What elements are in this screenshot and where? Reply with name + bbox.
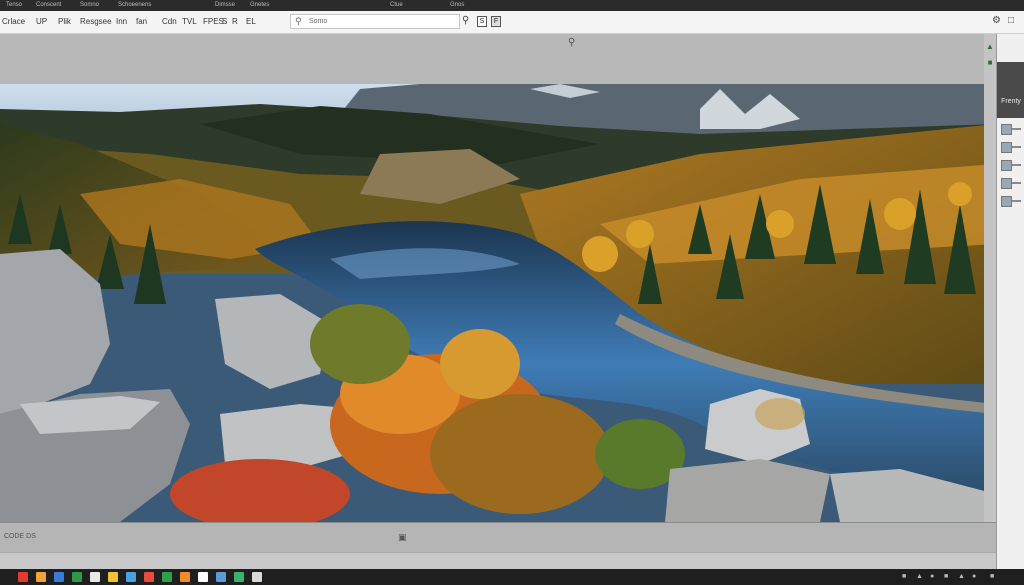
tool-strip: ▲ ■ [984,34,996,554]
panel-header-label: Frenty [1001,98,1021,105]
taskbar: ■ ▲ ● ■ ▲ ● ■ [0,569,1024,585]
menu-item[interactable]: Plik [58,16,71,28]
layer-line [1012,182,1021,184]
taskbar-app-icon[interactable] [180,572,190,582]
status-bar: CODE DS ▣ [0,522,996,553]
taskbar-app-icon[interactable] [90,572,100,582]
menu-item[interactable]: Inn [116,16,127,28]
menu-item[interactable]: R [232,16,238,28]
taskbar-app-icon[interactable] [234,572,244,582]
taskbar-app-icon[interactable] [198,572,208,582]
canvas-header: ⚲ [0,34,996,85]
taskbar-app-icon[interactable] [18,572,28,582]
image-canvas[interactable] [0,84,996,522]
tool-icon[interactable]: ■ [985,58,995,68]
tray-icon[interactable]: ▲ [958,572,965,582]
search-icon: ⚲ [295,16,302,26]
search-placeholder: Somo [309,18,328,25]
title-item[interactable]: Schoeenens [118,0,151,11]
menu-item[interactable]: Cdn [162,16,177,28]
layer-line [1012,128,1021,130]
title-item[interactable]: Gnetes [250,0,269,11]
layer-line [1012,164,1021,166]
tray-icon[interactable]: ▲ [916,572,923,582]
layer-thumbnail[interactable] [1001,142,1012,153]
title-item[interactable]: Tenso [6,0,22,11]
properties-panel: Frenty [996,34,1024,574]
layer-line [1012,200,1021,202]
status-text: CODE DS [4,533,36,540]
taskbar-app-icon[interactable] [126,572,136,582]
layer-thumbnail[interactable] [1001,178,1012,189]
taskbar-app-icon[interactable] [36,572,46,582]
menu-item[interactable]: EL [246,16,256,28]
layer-thumbnail[interactable] [1001,160,1012,171]
title-item[interactable]: Gnos [450,0,464,11]
menu-item[interactable]: fan [136,16,147,28]
layer-thumbnail[interactable] [1001,124,1012,135]
taskbar-app-icon[interactable] [216,572,226,582]
title-item[interactable]: Somno [80,0,99,11]
lock-icon[interactable]: ▣ [398,532,407,543]
layer-line [1012,146,1021,148]
menu-item[interactable]: TVL [182,16,197,28]
settings-icon[interactable]: ⚙ [992,15,1001,26]
tray-icon[interactable]: ■ [944,572,948,582]
taskbar-app-icon[interactable] [72,572,82,582]
taskbar-app-icon[interactable] [54,572,64,582]
tray-icon[interactable]: ● [930,572,934,582]
taskbar-app-icon[interactable] [162,572,172,582]
taskbar-app-icon[interactable] [108,572,118,582]
menu-item[interactable]: Resgsee [80,16,112,28]
tray-icon[interactable]: ● [972,572,976,582]
zoom-icon[interactable]: ⚲ [568,37,575,48]
menu-item[interactable]: UP [36,16,47,28]
tray-icon[interactable]: ■ [902,572,906,582]
window-title-bar: Tenso Conscent Somno Schoeenens Dimsse G… [0,0,1024,11]
layer-thumbnail[interactable] [1001,196,1012,207]
menu-item[interactable]: Crlace [2,16,25,28]
scroll-strip[interactable] [0,552,996,570]
taskbar-app-icon[interactable] [144,572,154,582]
title-item[interactable]: Dimsse [215,0,235,11]
menu-item[interactable]: S [222,16,227,28]
landscape-photo [0,84,996,522]
close-icon[interactable]: □ [1008,15,1014,26]
title-item[interactable]: Ctue [390,0,403,11]
toolbar-button[interactable]: F [491,16,501,27]
search-input[interactable]: ⚲ Somo [290,14,460,29]
panel-header: Frenty [997,62,1024,118]
tool-icon[interactable]: ▲ [985,42,995,52]
toolbar-button[interactable]: S [477,16,487,27]
tray-icon[interactable]: ■ [990,572,994,582]
taskbar-app-icon[interactable] [252,572,262,582]
main-toolbar: Crlace UP Plik Resgsee Inn fan Cdn TVL F… [0,11,1024,34]
zoom-icon[interactable]: ⚲ [462,15,469,26]
title-item[interactable]: Conscent [36,0,61,11]
menu-item[interactable]: FPES [203,16,224,28]
